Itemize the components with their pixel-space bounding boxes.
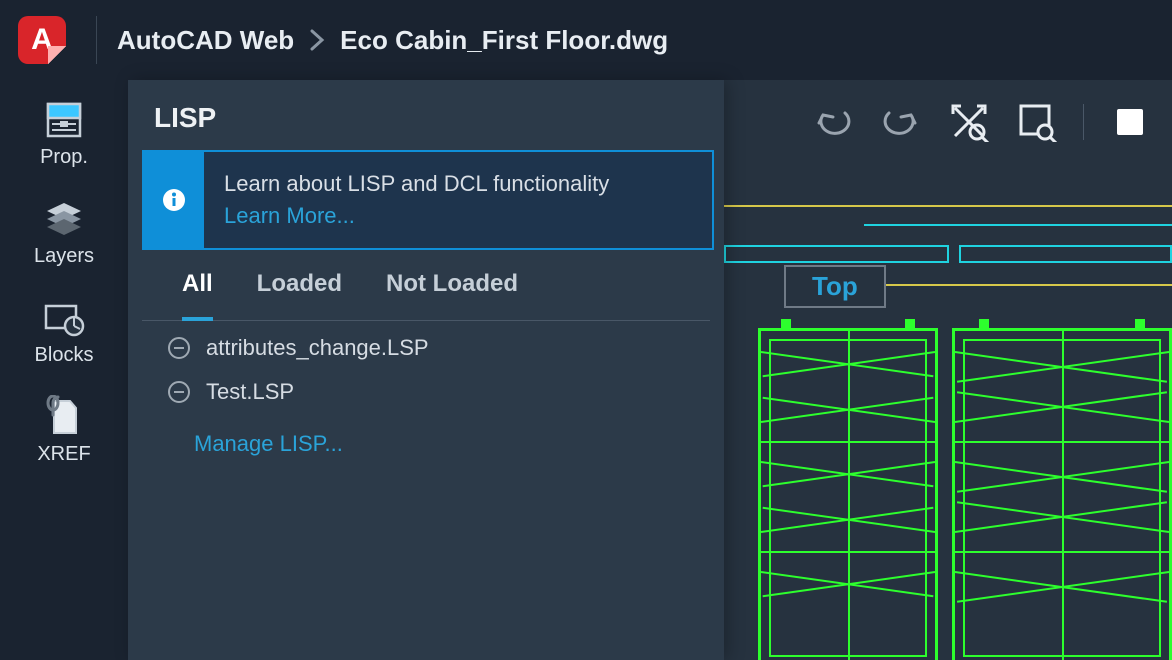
drawing-grid [758, 328, 938, 660]
tab-loaded[interactable]: Loaded [257, 270, 342, 310]
redo-button[interactable] [879, 100, 923, 144]
breadcrumb-app[interactable]: AutoCAD Web [117, 25, 294, 56]
sidebar-item-label: XREF [37, 443, 90, 466]
panel-title: LISP [128, 80, 724, 144]
blocks-icon [42, 298, 86, 338]
layers-icon [42, 199, 86, 239]
lisp-tabs: All Loaded Not Loaded [142, 250, 710, 321]
sidebar-item-label: Prop. [40, 146, 88, 169]
tab-all[interactable]: All [182, 270, 213, 310]
learn-more-link[interactable]: Learn More... [224, 203, 355, 228]
unload-icon[interactable] [168, 381, 190, 403]
list-item[interactable]: attributes_change.LSP [168, 335, 724, 361]
divider [96, 16, 97, 64]
square-icon [1117, 109, 1143, 135]
sidebar-item-label: Blocks [35, 344, 94, 367]
zoom-window-button[interactable] [1015, 100, 1059, 144]
drawing-line [864, 224, 1172, 226]
info-text: Learn about LISP and DCL functionality [224, 171, 609, 196]
sidebar-item-layers[interactable]: Layers [34, 199, 94, 268]
lisp-panel: LISP Learn about LISP and DCL functional… [128, 80, 724, 660]
sidebar-item-blocks[interactable]: Blocks [35, 298, 94, 367]
xref-icon [42, 397, 86, 437]
sidebar-item-xref[interactable]: XREF [37, 397, 90, 466]
toolbar-separator [1083, 104, 1084, 140]
properties-icon [42, 100, 86, 140]
autocad-logo: A [18, 16, 66, 64]
undo-button[interactable] [811, 100, 855, 144]
manage-lisp-link[interactable]: Manage LISP... [168, 423, 724, 457]
chevron-right-icon [308, 29, 326, 51]
unload-icon[interactable] [168, 337, 190, 359]
drawing-grid [952, 328, 1172, 660]
view-label-badge[interactable]: Top [784, 265, 886, 308]
lisp-file-list: attributes_change.LSP Test.LSP Manage LI… [128, 321, 724, 457]
zoom-extents-button[interactable] [947, 100, 991, 144]
info-banner: Learn about LISP and DCL functionality L… [142, 150, 714, 250]
info-icon [144, 152, 204, 248]
layout-button[interactable] [1108, 100, 1152, 144]
sidebar-item-properties[interactable]: Prop. [40, 100, 88, 169]
drawing-canvas[interactable]: Top [724, 80, 1172, 660]
tab-not-loaded[interactable]: Not Loaded [386, 270, 518, 310]
breadcrumb: AutoCAD Web Eco Cabin_First Floor.dwg [117, 25, 668, 56]
list-item[interactable]: Test.LSP [168, 379, 724, 405]
drawing-line [724, 205, 1172, 207]
drawing-box [724, 245, 949, 263]
breadcrumb-file[interactable]: Eco Cabin_First Floor.dwg [340, 25, 668, 56]
top-bar: A AutoCAD Web Eco Cabin_First Floor.dwg [0, 0, 1172, 80]
sidebar-item-label: Layers [34, 245, 94, 268]
drawing-box [959, 245, 1172, 263]
left-sidebar: Prop. Layers Blocks [0, 80, 128, 660]
lisp-file-name: attributes_change.LSP [206, 335, 429, 361]
lisp-file-name: Test.LSP [206, 379, 294, 405]
canvas-toolbar [811, 100, 1152, 144]
drawing-line [854, 284, 1172, 286]
